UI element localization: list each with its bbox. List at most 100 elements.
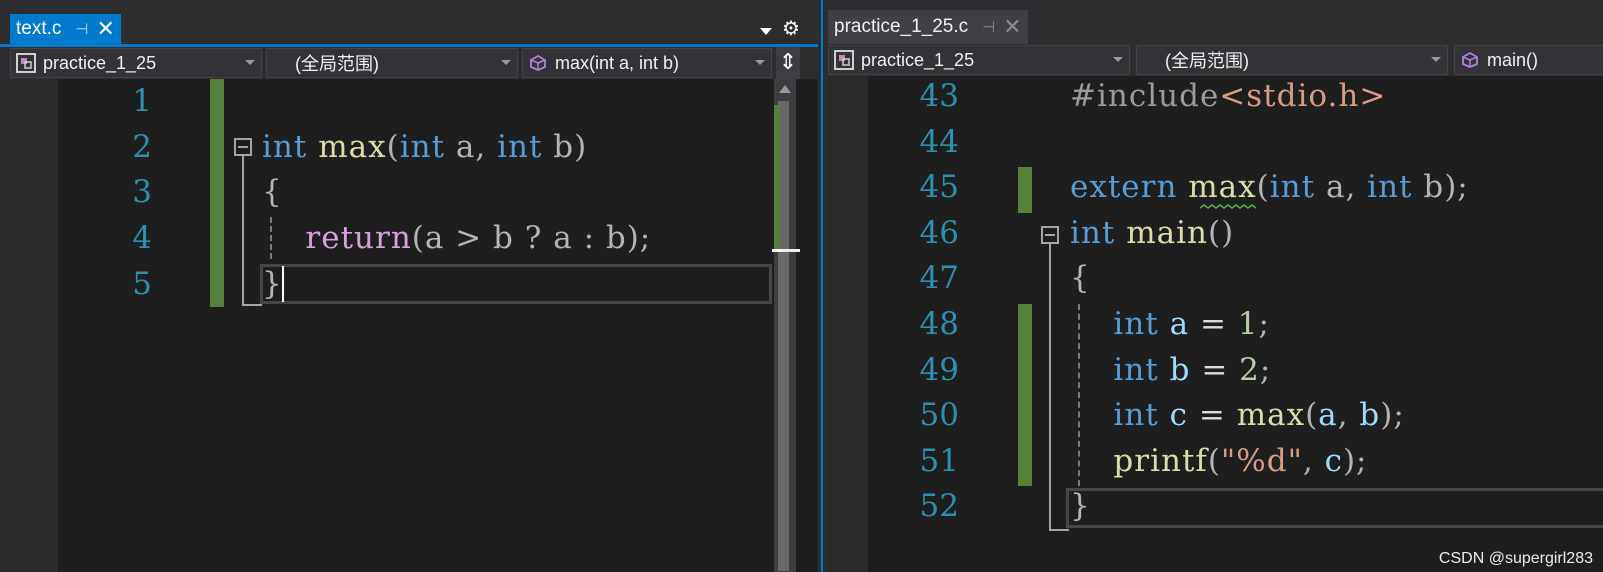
- left-navigation-bar: practice_1_25 (全局范围) max(int a, int b) ⇕: [0, 47, 818, 79]
- code-line[interactable]: int b = 2;: [1070, 352, 1271, 388]
- dropdown-arrow-icon[interactable]: [760, 20, 772, 35]
- line-number: 46: [919, 214, 959, 251]
- code-token: max: [1188, 169, 1257, 206]
- code-token: int: [262, 128, 308, 165]
- project-dropdown[interactable]: practice_1_25: [10, 48, 262, 78]
- code-token: =: [1189, 306, 1238, 342]
- split-icon[interactable]: ⇕: [776, 47, 800, 79]
- code-token: int: [1113, 351, 1159, 388]
- code-line[interactable]: int main(): [1070, 215, 1234, 251]
- code-line[interactable]: int c = max(a, b);: [1070, 397, 1405, 433]
- tab-title: practice_1_25.c: [834, 16, 969, 37]
- collapse-icon[interactable]: [1041, 226, 1059, 244]
- line-number: 44: [919, 123, 959, 160]
- code-line[interactable]: {: [1070, 260, 1091, 296]
- code-token: b: [1359, 397, 1381, 434]
- code-token: ,: [1337, 397, 1360, 434]
- member-dropdown[interactable]: max(int a, int b): [522, 48, 772, 78]
- left-vertical-scrollbar[interactable]: [772, 79, 800, 572]
- code-token: {: [262, 174, 283, 211]
- line-number: 47: [919, 260, 959, 297]
- code-token: );: [1342, 442, 1368, 479]
- function-cube-icon: [527, 52, 549, 74]
- watermark: CSDN @supergirl283: [1438, 550, 1593, 567]
- line-number: 50: [919, 397, 959, 434]
- code-token: );: [1380, 397, 1405, 434]
- scroll-up-icon[interactable]: [779, 85, 791, 93]
- right-navigation-bar: practice_1_25 (全局范围) main(): [828, 44, 1603, 76]
- change-marker: [210, 79, 224, 307]
- close-icon[interactable]: ✕: [1003, 16, 1021, 38]
- code-token: (a > b ? a : b);: [411, 220, 652, 257]
- member-label: main(): [1487, 49, 1539, 70]
- function-cube-icon: [1459, 49, 1481, 71]
- code-token: return: [305, 220, 412, 257]
- line-number: 49: [919, 351, 959, 388]
- chevron-down-icon: [501, 60, 511, 65]
- right-editor-pane: practice_1_25.c ⊣ ✕ practice_1_25 (全局范围)…: [828, 0, 1603, 572]
- code-token: (: [1207, 442, 1222, 479]
- code-line[interactable]: printf("%d", c);: [1070, 443, 1367, 479]
- line-number: 4: [132, 220, 152, 257]
- scroll-change-map: [774, 105, 780, 251]
- code-line[interactable]: #include<stdio.h>: [1070, 78, 1386, 114]
- indent-guide: [1078, 304, 1080, 486]
- line-number: 43: [919, 78, 959, 114]
- tab-text-c[interactable]: text.c ⊣ ✕: [10, 14, 121, 44]
- code-token: b);: [1412, 169, 1469, 206]
- tab-practice-1-25-c[interactable]: practice_1_25.c ⊣ ✕: [828, 10, 1028, 44]
- code-token: int: [1070, 214, 1116, 251]
- right-code-editor[interactable]: 43 #include<stdio.h> 44 45 extern max(int a,…: [828, 76, 1603, 572]
- collapse-icon[interactable]: [234, 138, 252, 156]
- scope-dropdown[interactable]: (全局范围): [1136, 45, 1448, 75]
- code-token: extern: [1070, 169, 1178, 206]
- code-token: {: [1070, 260, 1091, 297]
- outline-line: [1049, 244, 1051, 531]
- project-dropdown[interactable]: practice_1_25: [828, 45, 1130, 75]
- line-number: 52: [919, 488, 959, 525]
- code-token: int: [497, 128, 543, 165]
- line-number: 5: [132, 265, 152, 302]
- project-label: practice_1_25: [43, 52, 157, 73]
- code-token: int: [399, 128, 446, 165]
- change-marker: [1018, 304, 1032, 486]
- code-line[interactable]: return(a > b ? a : b);: [262, 220, 651, 256]
- code-line[interactable]: {: [262, 174, 283, 210]
- line-number: 51: [919, 442, 959, 479]
- close-icon[interactable]: ✕: [96, 18, 114, 40]
- change-marker: [1018, 167, 1032, 213]
- code-token: int: [1113, 306, 1159, 342]
- code-token: ;: [1258, 306, 1270, 342]
- code-token: 1: [1237, 306, 1259, 342]
- split-divider[interactable]: [818, 0, 828, 572]
- pin-icon[interactable]: ⊣: [982, 18, 995, 36]
- member-dropdown[interactable]: main(): [1454, 45, 1603, 75]
- current-line-highlight: [1066, 488, 1603, 528]
- tab-title: text.c: [16, 18, 62, 39]
- outline-end: [1049, 529, 1069, 531]
- gear-icon[interactable]: ⚙: [782, 16, 800, 41]
- code-token: <stdio.h>: [1219, 78, 1387, 114]
- pin-icon[interactable]: ⊣: [75, 20, 88, 38]
- scope-dropdown[interactable]: (全局范围): [266, 48, 518, 78]
- code-line[interactable]: extern max(int a, int b);: [1070, 169, 1469, 205]
- code-token: a,: [1315, 169, 1368, 206]
- code-token: =: [1190, 351, 1240, 388]
- code-token: c: [1324, 442, 1343, 479]
- code-line[interactable]: int a = 1;: [1070, 306, 1270, 342]
- left-code-editor[interactable]: 1 2 int max(int a, int b) 3{4 return(a > b …: [0, 79, 818, 572]
- scope-label: (全局范围): [1165, 51, 1249, 71]
- indent-guide: [270, 217, 272, 259]
- text-caret: [282, 266, 284, 302]
- code-line[interactable]: int max(int a, int b): [262, 129, 587, 165]
- left-editor-pane: text.c ⊣ ✕ ⚙ practice_1_25 (全局范围) max(in…: [0, 0, 818, 572]
